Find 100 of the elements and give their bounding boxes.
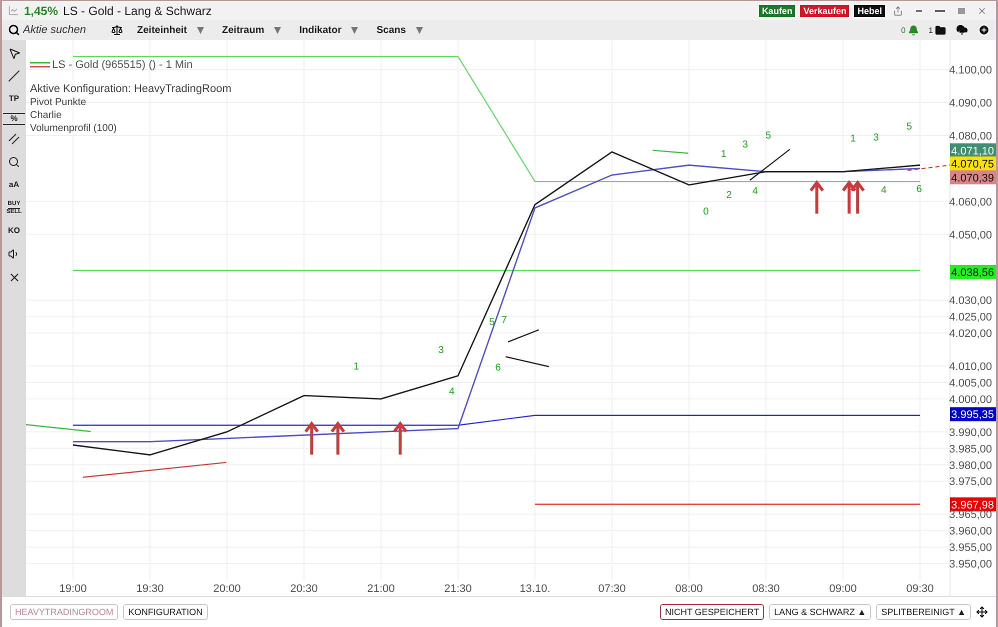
wave-label: 1 bbox=[354, 362, 360, 373]
wave-label: 2 bbox=[726, 190, 732, 202]
wave-label: 4 bbox=[449, 386, 455, 398]
axis-label: 08:30 bbox=[752, 583, 780, 595]
bell-icon[interactable] bbox=[908, 24, 919, 36]
axis-label: 4.000,00 bbox=[949, 394, 992, 406]
move-icon[interactable] bbox=[976, 606, 988, 618]
wave-label: 5 bbox=[906, 122, 912, 133]
axis-label: 4.060,00 bbox=[949, 196, 992, 208]
axis-label: 4.010,00 bbox=[949, 360, 992, 373]
close-icon bbox=[977, 6, 987, 16]
config-button[interactable]: KONFIGURATION bbox=[123, 604, 208, 620]
indicator-label: Pivot Punkte bbox=[30, 97, 88, 108]
price-tag: 3.967,98 bbox=[950, 497, 996, 512]
axis-label: 4.050,00 bbox=[949, 229, 992, 242]
axis-label: 4.025,00 bbox=[949, 312, 992, 324]
axis-label: 3.955,00 bbox=[949, 542, 992, 554]
status-button[interactable]: LANG & SCHWARZ ▲ bbox=[769, 604, 872, 620]
axis-label: 09:30 bbox=[906, 583, 934, 595]
wave-label: 1 bbox=[850, 133, 856, 144]
parallel-lines-icon bbox=[8, 133, 20, 145]
configuration-label: Aktive Konfiguration: HeavyTradingRoom bbox=[30, 83, 232, 95]
axis-label: 3.950,00 bbox=[949, 558, 992, 571]
line-icon bbox=[8, 70, 20, 82]
wave-label: 3 bbox=[742, 139, 748, 150]
axis-label: 08:00 bbox=[675, 583, 703, 595]
indicator-label: Volumenprofil (100) bbox=[30, 123, 118, 134]
search-icon bbox=[8, 24, 20, 36]
indicator-label: Charlie bbox=[30, 110, 63, 121]
trade-button[interactable]: Kaufen bbox=[758, 4, 796, 16]
axis-label: 13.10. bbox=[520, 583, 550, 595]
axis-label: 4.005,00 bbox=[949, 377, 992, 390]
trade-button[interactable]: Verkaufen bbox=[800, 4, 850, 16]
axis-label: 4.080,00 bbox=[949, 130, 992, 142]
axis-label: 4.090,00 bbox=[949, 98, 992, 110]
tool-button[interactable]: aA bbox=[3, 176, 25, 194]
menu-dropdown[interactable]: Zeitraum bbox=[218, 24, 286, 36]
price-tag: 3.995,35 bbox=[950, 407, 996, 422]
price-tag: 4.070,39 bbox=[950, 170, 996, 184]
wave-label: 5 bbox=[489, 316, 495, 328]
wave-label: 4 bbox=[752, 186, 758, 197]
menu-dropdown[interactable]: Indikator bbox=[295, 24, 362, 36]
menu-dropdown[interactable]: Scans bbox=[372, 24, 427, 36]
speaker-icon bbox=[8, 248, 20, 260]
folder-icon[interactable] bbox=[935, 24, 946, 36]
menu-dropdown[interactable]: Zeiteinheit bbox=[133, 24, 208, 36]
axis-label: 3.965,00 bbox=[949, 509, 992, 522]
axis-label: 19:30 bbox=[136, 583, 164, 595]
axis-label: 4.020,00 bbox=[949, 328, 992, 340]
wave-label: 6 bbox=[495, 362, 501, 374]
wave-label: 1 bbox=[720, 149, 726, 160]
tool-button[interactable]: KO bbox=[3, 222, 25, 240]
axis-label: 19:00 bbox=[59, 583, 87, 595]
axis-label: 07:30 bbox=[598, 583, 626, 595]
folder-count: 1 bbox=[928, 26, 933, 34]
add-icon[interactable] bbox=[978, 24, 990, 36]
wave-label: 3 bbox=[873, 132, 879, 144]
series-legend-icon bbox=[30, 62, 50, 68]
wave-label: 6 bbox=[916, 184, 922, 196]
caret-icon bbox=[351, 26, 358, 34]
price-tag: 4.038,56 bbox=[950, 264, 996, 279]
axis-label: 3.975,00 bbox=[949, 476, 992, 488]
trade-button[interactable]: Hebel bbox=[854, 4, 885, 16]
cloud-upload-icon[interactable] bbox=[956, 24, 968, 36]
instrument-label: LS - Gold (965515) () - 1 Min bbox=[52, 59, 193, 71]
caret-icon bbox=[416, 26, 423, 34]
wave-label: 4 bbox=[881, 185, 887, 196]
caret-icon bbox=[274, 26, 282, 34]
axis-label: 20:00 bbox=[213, 583, 241, 595]
cursor-icon bbox=[8, 46, 20, 60]
axis-label: 09:00 bbox=[829, 583, 857, 595]
status-button[interactable]: NICHT GESPEICHERT bbox=[660, 604, 764, 620]
minimize-icon bbox=[916, 10, 922, 12]
caret-icon bbox=[197, 26, 204, 34]
price-change: 1,45% bbox=[24, 4, 58, 18]
axis-label: 4.100,00 bbox=[949, 64, 992, 77]
price-tag: 4.071,10 bbox=[950, 143, 996, 158]
axis-label: 20:30 bbox=[290, 583, 318, 595]
tool-button[interactable]: TP bbox=[3, 90, 25, 108]
percent-tool-button[interactable]: % bbox=[3, 113, 25, 125]
search-icon bbox=[8, 156, 20, 168]
close-icon bbox=[8, 270, 20, 284]
axis-label: 3.960,00 bbox=[949, 526, 992, 538]
price-tag: 4.070,75 bbox=[950, 156, 996, 170]
axis-label: 3.990,00 bbox=[949, 426, 992, 439]
wave-label: 5 bbox=[766, 130, 772, 142]
scale-icon bbox=[111, 24, 123, 36]
axis-label: 21:30 bbox=[444, 583, 472, 595]
status-button[interactable]: SPLITBEREINIGT ▲ bbox=[876, 604, 971, 620]
share-icon bbox=[893, 6, 903, 16]
square-icon bbox=[958, 8, 964, 14]
alert-count: 0 bbox=[901, 26, 906, 34]
wave-label: 3 bbox=[438, 344, 444, 356]
axis-label: 4.030,00 bbox=[949, 295, 992, 308]
wave-label: 0 bbox=[703, 206, 709, 218]
axis-label: 21:00 bbox=[367, 583, 395, 595]
window-title: LS - Gold - Lang & Schwarz bbox=[63, 4, 212, 18]
axis-label: 3.985,00 bbox=[949, 443, 992, 456]
wave-label: 7 bbox=[501, 314, 507, 326]
chart-icon bbox=[8, 5, 19, 16]
